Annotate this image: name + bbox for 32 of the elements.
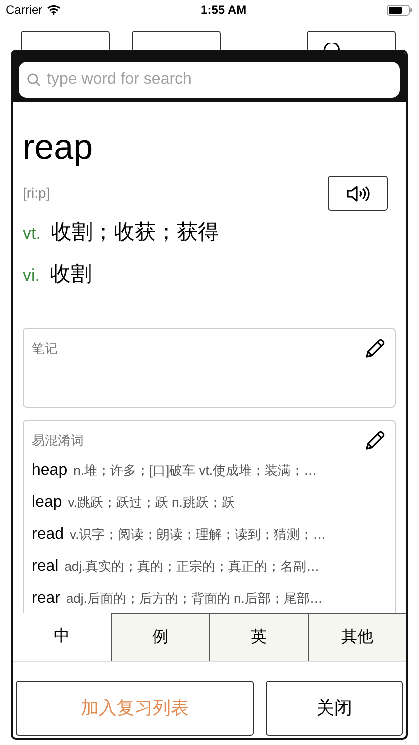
confusable-word[interactable]: rear <box>32 587 60 611</box>
phonetic: [ri:p] <box>23 184 50 203</box>
confusable-meaning: adj.真实的；真的；正宗的；真正的；名副… <box>64 558 320 576</box>
confusable-meaning: n.堆；许多；[口]破车 vt.使成堆；装满；… <box>74 462 317 480</box>
definition: 收割；收获；获得 <box>50 220 219 246</box>
part-of-speech: vi. <box>23 264 40 286</box>
part-of-speech: vt. <box>23 223 41 245</box>
wifi-icon <box>46 5 61 15</box>
carrier-label: Carrier <box>6 2 43 19</box>
headword: reap <box>23 128 94 168</box>
confusable-word[interactable]: heap <box>32 459 68 483</box>
tab[interactable]: 英 <box>209 613 308 661</box>
confusable-meaning: v.跳跃；跃过；跃 n.跳跃；跃 <box>68 494 235 512</box>
notes-title: 笔记 <box>32 340 58 358</box>
tab[interactable]: 其他 <box>308 613 406 661</box>
speaker-icon <box>346 184 370 204</box>
confusable-word[interactable]: real <box>32 555 59 579</box>
battery-icon <box>387 4 413 16</box>
pencil-icon[interactable] <box>363 337 387 361</box>
confusable-word[interactable]: leap <box>32 491 62 515</box>
notes-box[interactable]: 笔记 <box>23 328 396 408</box>
search-field[interactable]: type word for search <box>19 62 400 98</box>
time-label: 1:55 AM <box>201 2 247 19</box>
speaker-button[interactable] <box>328 176 388 211</box>
confusable-meaning: v.识字；阅读；朗读；理解；读到；猜测；… <box>70 526 326 544</box>
definition: 收割 <box>50 262 92 288</box>
confusable-word[interactable]: read <box>32 523 64 547</box>
confusables-title: 易混淆词 <box>32 432 84 450</box>
pencil-icon[interactable] <box>363 429 387 453</box>
tab[interactable]: 例 <box>110 613 209 661</box>
confusable-meaning: adj.后面的；后方的；背面的 n.后部；尾部… <box>66 590 323 608</box>
close-button[interactable]: 关闭 <box>266 681 403 736</box>
